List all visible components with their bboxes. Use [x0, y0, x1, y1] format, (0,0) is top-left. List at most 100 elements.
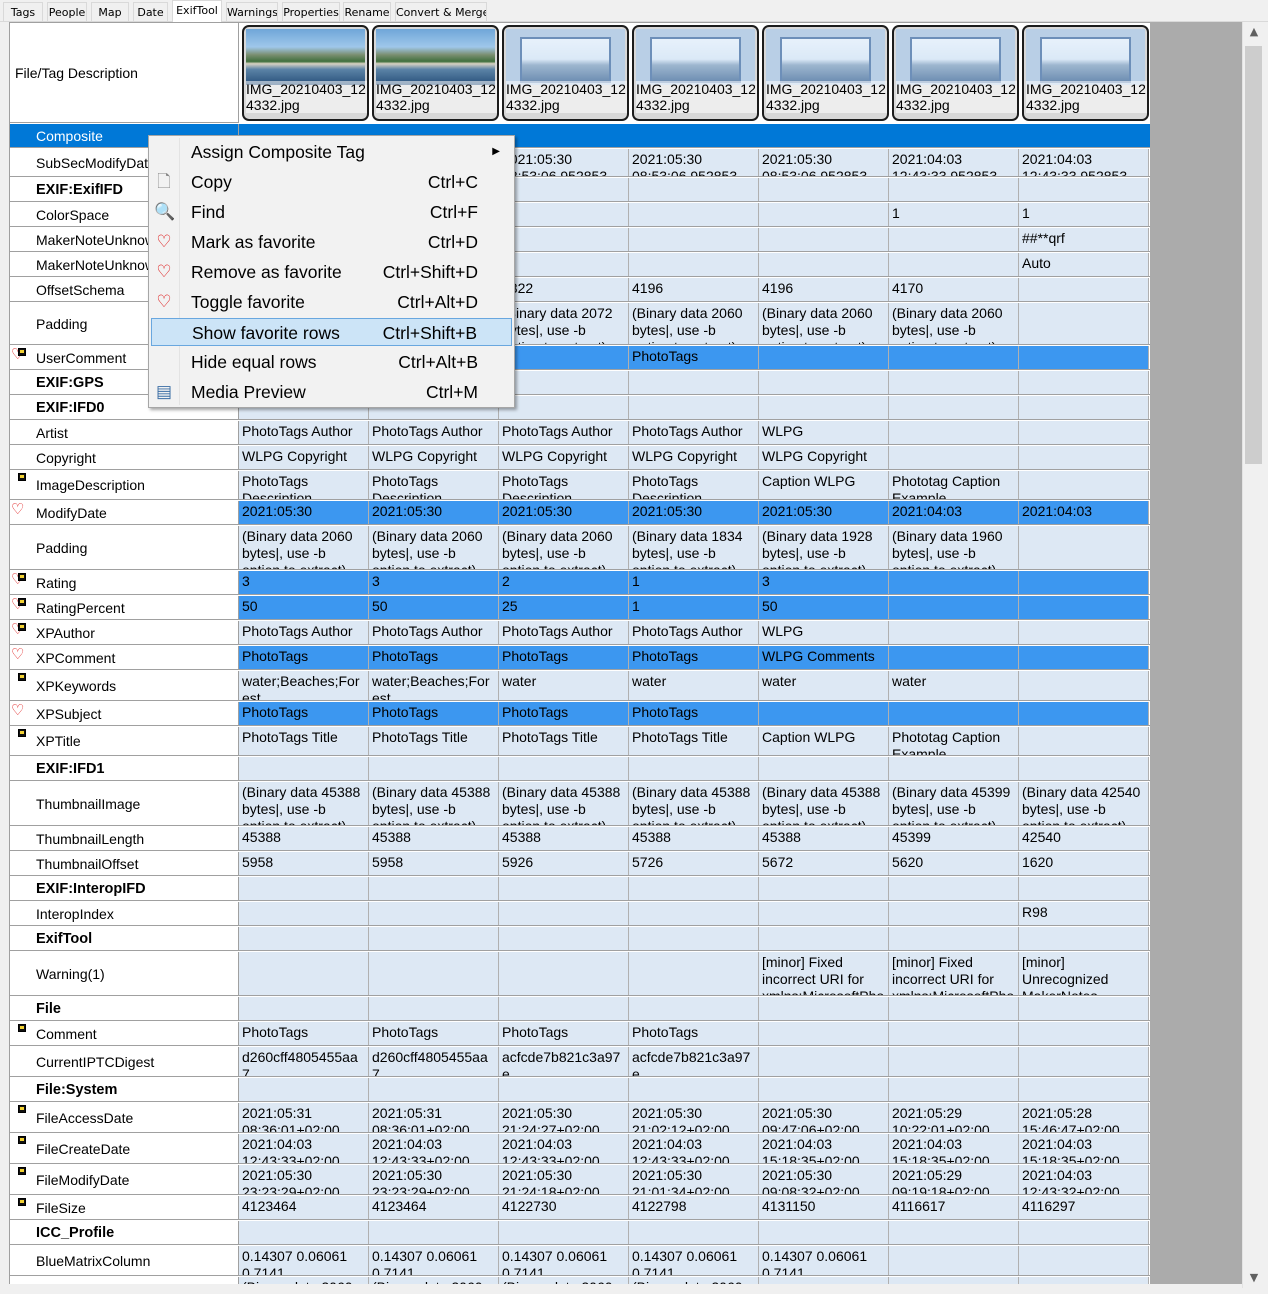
- tag-value-cell[interactable]: [1019, 526, 1149, 569]
- tag-value-cell[interactable]: 2021:05:30 09:47:06+02:00: [759, 1103, 889, 1132]
- tag-name[interactable]: FileSize: [10, 1196, 239, 1219]
- thumbnail-column-1[interactable]: IMG_20210403_124332.jpg: [242, 25, 369, 121]
- table-row[interactable]: ExifTool: [10, 927, 1150, 951]
- tag-value-cell[interactable]: [1019, 396, 1149, 419]
- tag-value-cell[interactable]: [1019, 1078, 1149, 1101]
- tag-name[interactable]: Artist: [10, 421, 239, 444]
- tag-name[interactable]: InteropIndex: [10, 902, 239, 925]
- tag-value-cell[interactable]: [759, 1221, 889, 1244]
- tag-value-cell[interactable]: [629, 927, 759, 950]
- tag-value-cell[interactable]: [369, 1221, 499, 1244]
- tag-value-cell[interactable]: [1019, 1047, 1149, 1076]
- tag-value-cell[interactable]: PhotoTags Title: [239, 727, 369, 755]
- tag-value-cell[interactable]: 4196: [629, 278, 759, 301]
- tag-value-cell[interactable]: [369, 757, 499, 780]
- tag-value-cell[interactable]: (Binary data 2060 bytes|, use -b option …: [499, 1277, 629, 1284]
- table-row[interactable]: XPTitle PhotoTags Title PhotoTags Title Pho…: [10, 727, 1150, 756]
- tag-name[interactable]: Padding: [10, 526, 239, 569]
- tag-value-cell[interactable]: [629, 396, 759, 419]
- table-row[interactable]: FileModifyDate 2021:05:30 23:23:29+02:00 2…: [10, 1165, 1150, 1195]
- table-row[interactable]: FileAccessDate 2021:05:31 08:36:01+02:00 2…: [10, 1103, 1150, 1133]
- tag-value-cell[interactable]: (Binary data 1960 bytes|, use -b option …: [889, 526, 1019, 569]
- tag-value-cell[interactable]: PhotoTags Description: [629, 471, 759, 499]
- tag-value-cell[interactable]: 5926: [499, 852, 629, 875]
- tag-value-cell[interactable]: [629, 1078, 759, 1101]
- tag-value-cell[interactable]: [499, 203, 629, 226]
- table-row[interactable]: Comment PhotoTags PhotoTags PhotoTags PhotoT…: [10, 1022, 1150, 1046]
- tag-value-cell[interactable]: 2021:05:30 21:24:27+02:00: [499, 1103, 629, 1132]
- tag-value-cell[interactable]: [629, 371, 759, 394]
- tag-value-cell[interactable]: R98: [1019, 902, 1149, 925]
- tag-value-cell[interactable]: 1: [629, 596, 759, 619]
- tag-value-cell[interactable]: [889, 757, 1019, 780]
- tag-value-cell[interactable]: (Binary data 1928 bytes|, use -b option …: [759, 526, 889, 569]
- tag-value-cell[interactable]: [239, 997, 369, 1020]
- tag-value-cell[interactable]: 4122798: [629, 1196, 759, 1219]
- tag-value-cell[interactable]: 5672: [759, 852, 889, 875]
- tag-value-cell[interactable]: 4131150: [759, 1196, 889, 1219]
- tag-value-cell[interactable]: [369, 952, 499, 995]
- tag-value-cell[interactable]: 2021:05:30 21:24:18+02:00: [499, 1165, 629, 1194]
- tab-warnings[interactable]: Warnings: [226, 2, 278, 21]
- tag-value-cell[interactable]: [759, 396, 889, 419]
- tag-value-cell[interactable]: PhotoTags Description: [369, 471, 499, 499]
- menu-item-show-favorite-rows[interactable]: Show favorite rows Ctrl+Shift+B: [151, 318, 512, 346]
- tag-value-cell[interactable]: (Binary data 45388 bytes|, use -b option…: [499, 782, 629, 825]
- table-row[interactable]: CurrentIPTCDigest d260cff4805455aa7 d260cf…: [10, 1047, 1150, 1077]
- tag-value-cell[interactable]: [889, 1022, 1019, 1045]
- tag-name[interactable]: XPAuthor♡: [10, 621, 239, 644]
- tag-value-cell[interactable]: 0.14307 0.06061 0.7141: [369, 1246, 499, 1275]
- tag-value-cell[interactable]: [759, 1277, 889, 1284]
- tag-value-cell[interactable]: PhotoTags Author: [499, 621, 629, 644]
- tag-value-cell[interactable]: [369, 997, 499, 1020]
- tag-value-cell[interactable]: ##**qrf: [1019, 228, 1149, 251]
- tag-value-cell[interactable]: [629, 228, 759, 251]
- tag-value-cell[interactable]: 2021:05:30 08:53:06.952853: [499, 149, 629, 176]
- tag-value-cell[interactable]: 2021:04:03 12:43:33.952853: [889, 149, 1019, 176]
- thumbnail-column-6[interactable]: IMG_20210403_124332.jpg: [892, 25, 1019, 121]
- thumbnail-column-5[interactable]: IMG_20210403_124332.jpg: [762, 25, 889, 121]
- table-row[interactable]: File: [10, 997, 1150, 1021]
- menu-item-find[interactable]: 🔍 Find Ctrl+F: [151, 198, 512, 226]
- tab-convert-merge[interactable]: Convert & Merge: [395, 2, 487, 21]
- tag-value-cell[interactable]: acfcde7b821c3a97e: [499, 1047, 629, 1076]
- tag-value-cell[interactable]: [499, 1078, 629, 1101]
- table-row[interactable]: Warning(1) [minor] Fixed incorrect URI fo…: [10, 952, 1150, 996]
- tag-value-cell[interactable]: 5958: [369, 852, 499, 875]
- tag-value-cell[interactable]: [499, 877, 629, 900]
- tag-value-cell[interactable]: 4123464: [369, 1196, 499, 1219]
- tag-value-cell[interactable]: 2021:05:30 21:01:34+02:00: [629, 1165, 759, 1194]
- tag-value-cell[interactable]: [369, 877, 499, 900]
- group-header[interactable]: ExifTool: [10, 927, 239, 950]
- tag-value-cell[interactable]: [1019, 671, 1149, 700]
- tag-value-cell[interactable]: [759, 346, 889, 369]
- tag-value-cell[interactable]: (Binary data 2060 bytes|, use -b option …: [889, 303, 1019, 344]
- tag-value-cell[interactable]: [499, 952, 629, 995]
- tag-value-cell[interactable]: [1019, 727, 1149, 755]
- tag-value-cell[interactable]: 2021:05:30: [499, 501, 629, 524]
- tag-value-cell[interactable]: 0.14307 0.06061 0.7141: [239, 1246, 369, 1275]
- tag-value-cell[interactable]: [1019, 1246, 1149, 1275]
- tag-value-cell[interactable]: [889, 1221, 1019, 1244]
- tag-value-cell[interactable]: 42540: [1019, 827, 1149, 850]
- tag-value-cell[interactable]: [minor] Fixed incorrect URI for xmlns:Mi…: [889, 952, 1019, 995]
- tag-value-cell[interactable]: PhotoTags: [499, 702, 629, 725]
- tag-value-cell[interactable]: [499, 997, 629, 1020]
- tag-value-cell[interactable]: [499, 902, 629, 925]
- tag-value-cell[interactable]: 5620: [889, 852, 1019, 875]
- table-row[interactable]: FileCreateDate 2021:04:03 12:43:33+02:00 2…: [10, 1134, 1150, 1164]
- tag-name[interactable]: XPTitle: [10, 727, 239, 755]
- scroll-down-icon[interactable]: ▼: [1243, 1268, 1265, 1288]
- table-row[interactable]: BlueTRC (Binary data 2060 bytes|, use -b …: [10, 1277, 1150, 1284]
- tag-value-cell[interactable]: (Binary data 2060 bytes|, use -b option …: [369, 526, 499, 569]
- tag-value-cell[interactable]: 1: [889, 203, 1019, 226]
- tag-value-cell[interactable]: 2021:04:03 15:18:35+02:00: [889, 1134, 1019, 1163]
- tag-value-cell[interactable]: (Binary data 45388 bytes|, use -b option…: [239, 782, 369, 825]
- tag-value-cell[interactable]: acfcde7b821c3a97e: [629, 1047, 759, 1076]
- group-header[interactable]: File:System: [10, 1078, 239, 1101]
- tag-value-cell[interactable]: WLPG: [759, 621, 889, 644]
- tag-value-cell[interactable]: WLPG Copyright: [369, 446, 499, 469]
- tag-value-cell[interactable]: [889, 1246, 1019, 1275]
- menu-item-copy[interactable]: 🗋 Copy Ctrl+C: [151, 168, 512, 196]
- tag-name[interactable]: BlueTRC: [10, 1277, 239, 1284]
